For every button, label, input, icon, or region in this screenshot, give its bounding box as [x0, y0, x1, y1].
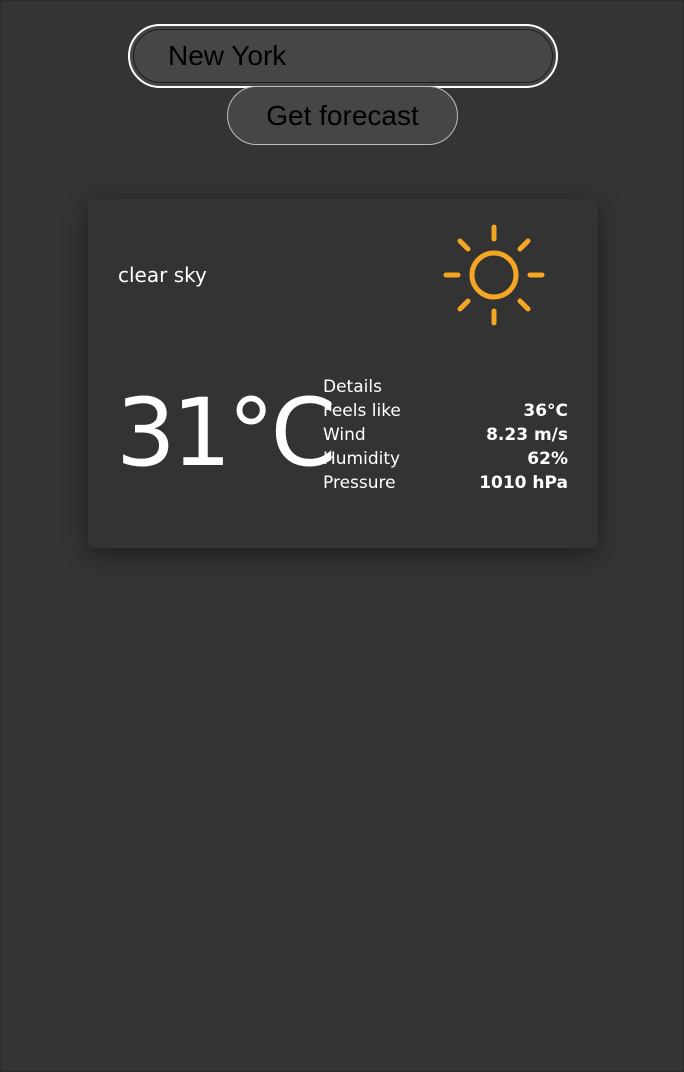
detail-label: Humidity — [323, 449, 401, 469]
temperature-value: 31°C — [116, 379, 336, 488]
weather-card: clear sky 31°C Details Feels like 36°C W… — [88, 199, 598, 548]
detail-value: 36°C — [523, 401, 568, 421]
detail-row-wind: Wind 8.23 m/s — [323, 423, 568, 447]
detail-label: Wind — [323, 425, 366, 445]
detail-value: 1010 hPa — [479, 473, 568, 493]
detail-row-feels-like: Feels like 36°C — [323, 399, 568, 423]
city-search-input[interactable] — [133, 29, 553, 83]
detail-label: Pressure — [323, 473, 396, 493]
sun-icon — [443, 224, 545, 326]
detail-value: 8.23 m/s — [486, 425, 568, 445]
detail-label: Feels like — [323, 401, 401, 421]
get-forecast-button[interactable]: Get forecast — [227, 86, 458, 145]
detail-row-humidity: Humidity 62% — [323, 447, 568, 471]
search-box — [128, 24, 558, 88]
detail-row-pressure: Pressure 1010 hPa — [323, 471, 568, 495]
details-panel: Details Feels like 36°C Wind 8.23 m/s Hu… — [323, 375, 568, 495]
details-title: Details — [323, 377, 382, 397]
weather-description: clear sky — [118, 263, 207, 287]
detail-value: 62% — [527, 449, 568, 469]
